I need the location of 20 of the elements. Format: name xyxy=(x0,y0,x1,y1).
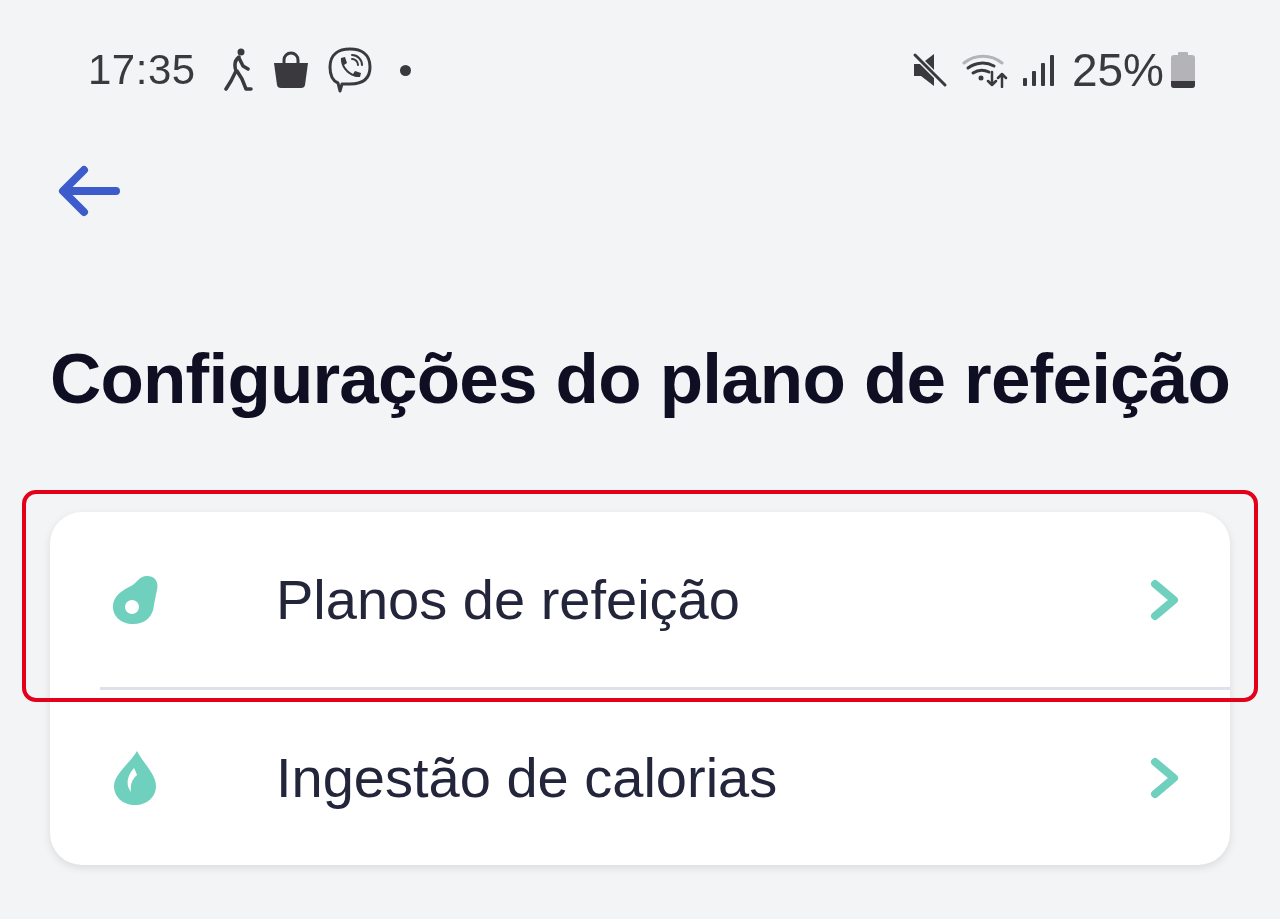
chevron-right-icon xyxy=(1150,578,1180,621)
back-arrow-icon xyxy=(56,164,120,218)
settings-item[interactable]: Ingestão de calorias xyxy=(50,690,1230,865)
avocado-icon xyxy=(110,574,160,625)
wifi-icon xyxy=(961,52,1008,88)
shopping-bag-icon xyxy=(271,51,310,89)
settings-item[interactable]: Planos de refeição xyxy=(50,512,1230,687)
signal-icon xyxy=(1021,54,1056,86)
dot-icon xyxy=(399,64,411,76)
page-title: Configurações do plano de refeição xyxy=(50,342,1230,416)
phone-bubble-icon xyxy=(327,47,372,93)
settings-item-label: Planos de refeição xyxy=(276,566,740,633)
chevron-right-icon xyxy=(1150,756,1180,799)
flame-icon xyxy=(112,749,158,806)
battery-icon xyxy=(1170,52,1196,88)
walking-person-icon xyxy=(223,48,254,92)
settings-item-label: Ingestão de calorias xyxy=(276,744,778,811)
muted-speaker-icon xyxy=(911,52,948,88)
battery-percentage: 25% xyxy=(1071,45,1164,95)
clock-time: 17:35 xyxy=(88,45,196,95)
